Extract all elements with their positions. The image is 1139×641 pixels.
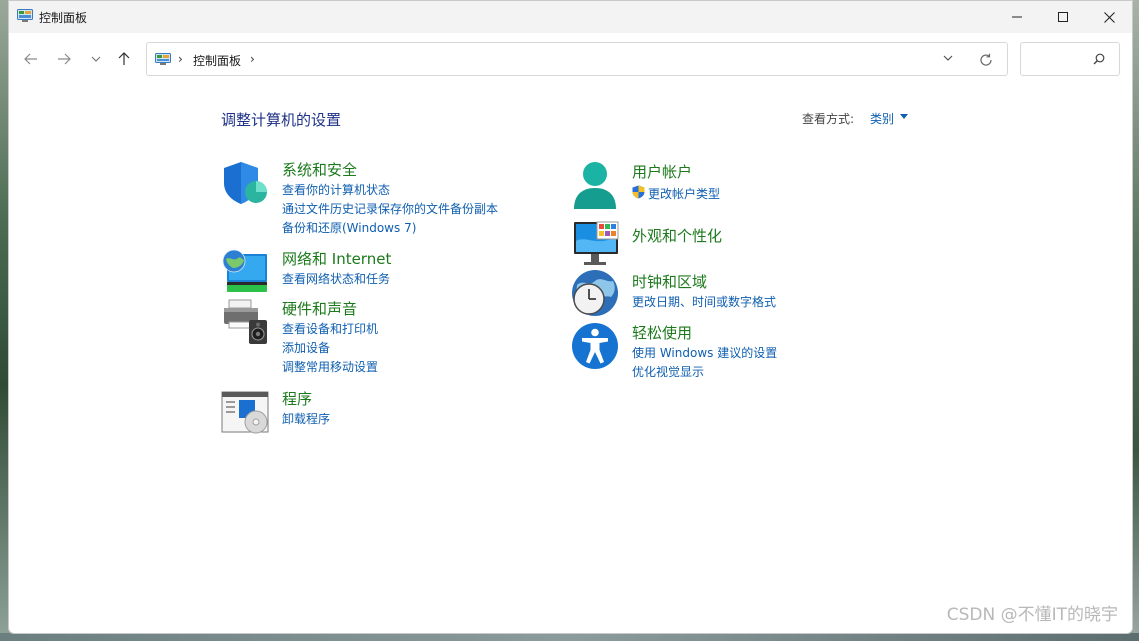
control-panel-icon (17, 9, 33, 22)
view-by-label: 查看方式: (802, 112, 855, 126)
category-appearance: 外观和个性化 (571, 221, 911, 267)
link-view-computer-status[interactable]: 查看你的计算机状态 (282, 181, 390, 198)
link-windows-recommended-settings[interactable]: 使用 Windows 建议的设置 (632, 344, 777, 361)
chevron-down-icon (91, 56, 101, 62)
maximize-button[interactable] (1040, 1, 1086, 33)
category-title-hardware-sound[interactable]: 硬件和声音 (282, 298, 357, 319)
search-box[interactable] (1020, 42, 1120, 76)
shield-icon[interactable] (221, 159, 269, 207)
minimize-icon (1012, 16, 1022, 18)
desktop-wallpaper-bottom (0, 633, 1139, 641)
search-icon[interactable] (1093, 53, 1105, 65)
link-file-history-backup[interactable]: 通过文件历史记录保存你的文件备份副本 (282, 200, 498, 217)
close-button[interactable] (1086, 1, 1132, 33)
link-view-network-status[interactable]: 查看网络状态和任务 (282, 270, 390, 287)
caret-down-icon[interactable] (900, 114, 908, 119)
title-bar[interactable]: 控制面板 (9, 1, 1132, 33)
link-uninstall-program[interactable]: 卸载程序 (282, 410, 330, 427)
category-network: 网络和 Internet 查看网络状态和任务 (221, 248, 561, 298)
link-add-device[interactable]: 添加设备 (282, 339, 330, 356)
desktop-wallpaper-right (1133, 0, 1139, 641)
user-icon[interactable] (571, 161, 619, 209)
category-user-accounts: 用户帐户 更改帐户类型 (571, 161, 911, 211)
arrow-up-icon (118, 52, 130, 65)
category-title-clock-region[interactable]: 时钟和区域 (632, 271, 707, 292)
category-programs: 程序 卸载程序 (221, 388, 561, 438)
refresh-icon[interactable] (979, 53, 993, 67)
close-icon (1103, 11, 1115, 23)
breadcrumb-control-panel[interactable]: 控制面板 (193, 52, 241, 69)
category-ease-of-access: 轻松使用 使用 Windows 建议的设置 优化视觉显示 (571, 322, 911, 382)
link-change-date-time-format[interactable]: 更改日期、时间或数字格式 (632, 293, 776, 310)
category-title-user-accounts[interactable]: 用户帐户 (632, 161, 692, 182)
address-bar[interactable]: › 控制面板 › (146, 42, 1008, 76)
arrow-left-icon (24, 53, 37, 65)
link-view-devices-printers[interactable]: 查看设备和打印机 (282, 320, 378, 337)
search-input[interactable] (1025, 49, 1085, 71)
breadcrumb-separator-icon[interactable]: › (250, 52, 255, 66)
breadcrumb-separator-icon[interactable]: › (178, 52, 183, 66)
monitor-personalization-icon[interactable] (571, 221, 619, 269)
category-system-security: 系统和安全 查看你的计算机状态 通过文件历史记录保存你的文件备份副本 备份和还原… (221, 159, 561, 239)
maximize-icon (1058, 12, 1068, 22)
category-title-ease-of-access[interactable]: 轻松使用 (632, 322, 692, 343)
window-title: 控制面板 (39, 11, 88, 25)
link-change-account-type[interactable]: 更改帐户类型 (648, 185, 720, 202)
network-globe-icon[interactable] (221, 248, 269, 296)
category-title-network[interactable]: 网络和 Internet (282, 248, 391, 269)
category-title-appearance[interactable]: 外观和个性化 (632, 225, 722, 246)
printer-speaker-icon[interactable] (221, 298, 269, 346)
back-button[interactable] (19, 49, 43, 69)
minimize-button[interactable] (994, 1, 1040, 33)
uac-shield-icon (632, 185, 645, 199)
forward-button[interactable] (52, 49, 76, 69)
accessibility-icon[interactable] (571, 322, 619, 370)
category-clock-region: 时钟和区域 更改日期、时间或数字格式 (571, 269, 911, 319)
link-mobility-settings[interactable]: 调整常用移动设置 (282, 358, 378, 375)
watermark: CSDN @不懂IT的晓宇 (946, 605, 1118, 625)
category-title-system-security[interactable]: 系统和安全 (282, 159, 357, 180)
view-by-dropdown[interactable]: 类别 (870, 110, 894, 127)
page-title: 调整计算机的设置 (221, 111, 342, 129)
link-optimize-visual-display[interactable]: 优化视觉显示 (632, 363, 704, 380)
programs-icon[interactable] (221, 388, 269, 436)
control-panel-icon (155, 53, 171, 65)
arrow-right-icon (58, 53, 71, 65)
up-button[interactable] (112, 49, 136, 69)
main-content: 调整计算机的设置 查看方式: 类别 系统和安全 查看你的计算机状态 通过文件历史… (9, 85, 1132, 633)
link-backup-restore[interactable]: 备份和还原(Windows 7) (282, 219, 416, 236)
chevron-down-icon[interactable] (943, 55, 953, 61)
clock-globe-icon[interactable] (571, 269, 619, 317)
navigation-bar: › 控制面板 › (9, 33, 1132, 85)
control-panel-window: 控制面板 › 控制面板 › 调整计算机的设置 查看方式: 类别 系统和安全 查看… (8, 0, 1133, 634)
category-hardware-sound: 硬件和声音 查看设备和打印机 添加设备 调整常用移动设置 (221, 298, 561, 378)
category-title-programs[interactable]: 程序 (282, 388, 312, 409)
recent-locations-button[interactable] (84, 49, 108, 69)
